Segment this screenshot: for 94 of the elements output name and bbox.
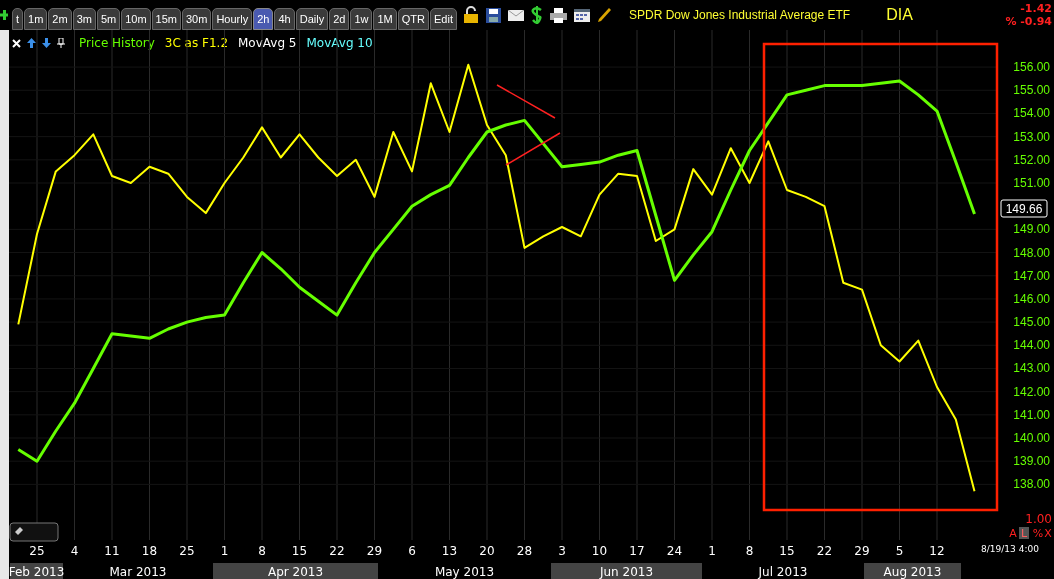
month-label: Aug 2013 — [883, 565, 942, 579]
axis-label: 6 — [408, 544, 416, 558]
axis-label: 156.00 — [1013, 60, 1050, 75]
axis-label: 22 — [329, 544, 345, 558]
axis-label: 8 — [745, 544, 754, 558]
legend-label: 3C as F1.2 — [164, 35, 228, 52]
lock-icon[interactable] — [462, 6, 479, 24]
timeframe-tab[interactable]: 2m — [48, 8, 72, 30]
timeframe-tab[interactable]: Edit — [430, 8, 457, 30]
save-icon[interactable] — [485, 7, 501, 23]
scale-button[interactable]: A — [1009, 527, 1017, 540]
axis-label: 28 — [516, 544, 533, 558]
dollar-icon[interactable] — [530, 6, 543, 24]
axis-label: 147.00 — [1013, 268, 1050, 283]
axis-label: 152.00 — [1013, 152, 1050, 167]
axis-label: 146.00 — [1013, 291, 1050, 306]
axis-label: 5 — [895, 544, 904, 558]
axis-label: 20 — [479, 544, 495, 558]
axis-label: 154.00 — [1013, 106, 1050, 121]
timeframe-tab[interactable]: 1w — [350, 8, 373, 30]
scale-button[interactable]: X — [1044, 527, 1052, 540]
axis-label: 141.00 — [1013, 407, 1050, 422]
legend-label: MovAvg 5 — [238, 35, 297, 52]
timeframe-tab[interactable]: QTR — [397, 8, 429, 30]
axis-label: 17 — [629, 544, 645, 558]
axis-label: 140.00 — [1013, 431, 1050, 445]
axis-label: 153.00 — [1013, 129, 1050, 144]
price-tag: 149.66 — [1000, 199, 1048, 218]
timeframe-tab[interactable]: Hourly — [212, 8, 253, 30]
timeframe-tab[interactable]: 5m — [96, 8, 121, 30]
axis-label: 22 — [816, 544, 833, 558]
mail-icon[interactable] — [507, 9, 524, 21]
axis-label: 151.00 — [1013, 176, 1050, 190]
calendar-icon[interactable] — [573, 8, 590, 22]
axis-label: 25 — [179, 544, 195, 558]
axis-label: 13 — [441, 544, 458, 558]
axis-label: 29 — [854, 544, 870, 558]
axis-label: 4 — [70, 544, 79, 558]
axis-label: 145.00 — [1013, 315, 1050, 330]
timeframe-tab[interactable]: 1m — [24, 8, 48, 30]
axis-label: 11 — [104, 544, 120, 558]
month-label: May 2013 — [434, 565, 495, 579]
price-change: -1.42 — [1020, 2, 1052, 15]
axis-label: 139.00 — [1013, 454, 1050, 469]
timeframe-tab[interactable]: 2d — [329, 8, 350, 30]
axis-label: 144.00 — [1013, 338, 1050, 353]
timeframe-tab[interactable]: 3m — [72, 8, 96, 30]
axis-label: 8 — [258, 544, 266, 558]
print-icon[interactable] — [549, 7, 567, 23]
add-icon[interactable] — [0, 10, 8, 20]
timeframe-tab[interactable]: Daily — [295, 8, 329, 30]
axis-label: 1 — [708, 544, 716, 558]
axis-label: 15 — [291, 544, 308, 558]
pencil-icon[interactable] — [596, 7, 611, 23]
axis-label: 149.00 — [1013, 222, 1050, 237]
month-label: Jun 2013 — [599, 565, 654, 579]
axis-label: 1 — [220, 544, 229, 558]
axis-label: 148.00 — [1013, 245, 1050, 260]
scale-value: 1.00 — [1025, 512, 1052, 526]
timeframe-tab[interactable]: 30m — [182, 8, 212, 30]
axis-label: 155.00 — [1013, 83, 1050, 98]
axis-label: 3 — [558, 544, 566, 558]
timeframe-tab[interactable]: 1M — [373, 8, 397, 30]
axis-label: 15 — [779, 544, 795, 558]
instrument-title: SPDR Dow Jones Industrial Average ETF — [628, 7, 851, 24]
timeframe-tab[interactable]: 10m — [121, 8, 151, 30]
close-icon[interactable] — [12, 38, 21, 48]
axis-label: 138.00 — [1013, 477, 1050, 492]
axis-label: 142.00 — [1013, 384, 1050, 399]
axis-label: 10 — [591, 544, 608, 558]
timestamp: 8/19/13 4:00 — [981, 544, 1039, 554]
timeframe-tab[interactable]: t — [12, 8, 24, 30]
month-label: Apr 2013 — [267, 565, 324, 579]
pin-icon[interactable] — [57, 38, 65, 48]
timeframe-tab[interactable]: 4h — [274, 8, 295, 30]
axis-label: 12 — [929, 544, 945, 558]
axis-label: 24 — [666, 544, 683, 558]
month-label: Mar 2013 — [109, 565, 167, 579]
percent-change: % -0.94 — [1005, 15, 1052, 28]
timeframe-tab[interactable]: 15m — [151, 8, 181, 30]
scale-button[interactable]: % — [1032, 527, 1044, 540]
down-arrow-icon[interactable] — [42, 38, 51, 48]
legend-label: Price History — [79, 35, 155, 52]
symbol-label: DIA — [886, 5, 913, 25]
scroll-thumb[interactable] — [9, 522, 59, 542]
timeframe-tab[interactable]: 2h — [253, 8, 274, 30]
axis-label: 143.00 — [1013, 361, 1050, 376]
up-arrow-icon[interactable] — [27, 38, 36, 48]
legend-label: MovAvg 10 — [306, 35, 373, 52]
axis-label: 25 — [29, 544, 45, 558]
axis-label: 29 — [366, 544, 383, 558]
axis-label: 18 — [141, 544, 158, 558]
month-label: Jul 2013 — [758, 565, 808, 579]
month-label: Feb 2013 — [9, 565, 65, 579]
